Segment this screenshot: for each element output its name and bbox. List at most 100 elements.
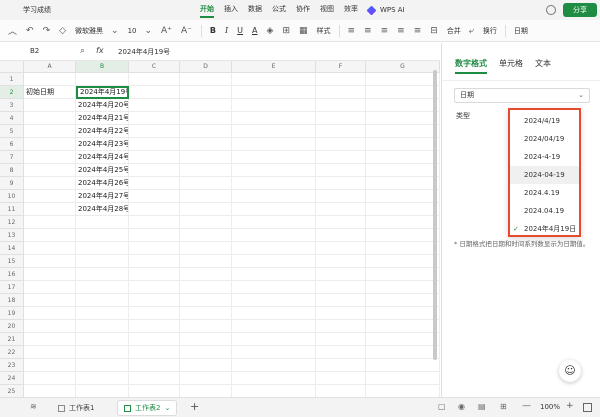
cell-c5[interactable]: [129, 125, 180, 138]
cell-c1[interactable]: [129, 73, 180, 86]
cell-c25[interactable]: [129, 385, 180, 397]
cell-e15[interactable]: [232, 255, 316, 268]
cell-f10[interactable]: [316, 190, 366, 203]
cell-e3[interactable]: [232, 99, 316, 112]
cell-g7[interactable]: [366, 151, 440, 164]
row-header-12[interactable]: 12: [0, 216, 24, 229]
cell-d20[interactable]: [180, 320, 232, 333]
cell-g24[interactable]: [366, 372, 440, 385]
cell-e8[interactable]: [232, 164, 316, 177]
align-left-icon[interactable]: ≡: [397, 26, 405, 36]
cell-a15[interactable]: [24, 255, 76, 268]
view-normal-icon[interactable]: ▢: [438, 402, 446, 411]
cell-e6[interactable]: [232, 138, 316, 151]
styles-icon[interactable]: ▦: [299, 26, 308, 36]
cloud-sync-icon[interactable]: [546, 5, 556, 15]
column-header-b[interactable]: B: [76, 61, 129, 73]
cell-b9[interactable]: 2024年4月26号: [76, 177, 129, 190]
cell-f12[interactable]: [316, 216, 366, 229]
cell-c8[interactable]: [129, 164, 180, 177]
cell-a1[interactable]: [24, 73, 76, 86]
cell-d8[interactable]: [180, 164, 232, 177]
cell-e5[interactable]: [232, 125, 316, 138]
border-icon[interactable]: ⊞: [282, 26, 290, 36]
cell-e19[interactable]: [232, 307, 316, 320]
cell-f15[interactable]: [316, 255, 366, 268]
cell-f2[interactable]: [316, 86, 366, 99]
cell-g23[interactable]: [366, 359, 440, 372]
cell-g2[interactable]: [366, 86, 440, 99]
fit-screen-icon[interactable]: [583, 403, 592, 412]
cell-e9[interactable]: [232, 177, 316, 190]
cell-c17[interactable]: [129, 281, 180, 294]
cell-d3[interactable]: [180, 99, 232, 112]
cell-a10[interactable]: [24, 190, 76, 203]
menu-formula[interactable]: 公式: [272, 0, 286, 20]
cell-g18[interactable]: [366, 294, 440, 307]
sheet-tab-1[interactable]: 工作表1: [52, 401, 100, 415]
cell-g22[interactable]: [366, 346, 440, 359]
cell-g20[interactable]: [366, 320, 440, 333]
cell-d17[interactable]: [180, 281, 232, 294]
cell-e20[interactable]: [232, 320, 316, 333]
cell-g3[interactable]: [366, 99, 440, 112]
date-format-option[interactable]: 2024.4.19: [510, 184, 579, 202]
cell-a13[interactable]: [24, 229, 76, 242]
cell-a23[interactable]: [24, 359, 76, 372]
cell-e4[interactable]: [232, 112, 316, 125]
tab-text[interactable]: 文本: [535, 58, 551, 69]
align-top-icon[interactable]: ≡: [348, 26, 356, 36]
cell-f20[interactable]: [316, 320, 366, 333]
cell-g16[interactable]: [366, 268, 440, 281]
formula-input[interactable]: 2024年4月19号: [118, 47, 170, 57]
cell-a22[interactable]: [24, 346, 76, 359]
cell-f5[interactable]: [316, 125, 366, 138]
cell-b23[interactable]: [76, 359, 129, 372]
column-header-f[interactable]: F: [316, 61, 366, 73]
cell-f13[interactable]: [316, 229, 366, 242]
cell-d16[interactable]: [180, 268, 232, 281]
cell-b21[interactable]: [76, 333, 129, 346]
cell-d9[interactable]: [180, 177, 232, 190]
cell-g5[interactable]: [366, 125, 440, 138]
cell-g15[interactable]: [366, 255, 440, 268]
cell-f7[interactable]: [316, 151, 366, 164]
assistant-avatar-icon[interactable]: ☺: [559, 360, 581, 382]
cell-e21[interactable]: [232, 333, 316, 346]
cell-g6[interactable]: [366, 138, 440, 151]
cell-b11[interactable]: 2024年4月28号: [76, 203, 129, 216]
date-format-option[interactable]: ✓ 2024年4月19日: [510, 220, 579, 238]
share-button[interactable]: 分享: [563, 3, 597, 17]
row-header-3[interactable]: 3: [0, 99, 24, 112]
merge-icon[interactable]: ⊟: [430, 26, 438, 36]
cell-g19[interactable]: [366, 307, 440, 320]
category-select[interactable]: 日期 ⌄: [454, 88, 590, 103]
cell-b15[interactable]: [76, 255, 129, 268]
menu-home[interactable]: 开始: [200, 0, 214, 20]
cell-f9[interactable]: [316, 177, 366, 190]
cell-b6[interactable]: 2024年4月23号: [76, 138, 129, 151]
wrap-button[interactable]: 换行: [483, 26, 497, 36]
cell-e13[interactable]: [232, 229, 316, 242]
cell-c19[interactable]: [129, 307, 180, 320]
merge-button[interactable]: 合并: [447, 26, 461, 36]
cell-c15[interactable]: [129, 255, 180, 268]
cell-a7[interactable]: [24, 151, 76, 164]
cell-d22[interactable]: [180, 346, 232, 359]
cell-a11[interactable]: [24, 203, 76, 216]
styles-button[interactable]: 样式: [317, 26, 331, 36]
row-header-18[interactable]: 18: [0, 294, 24, 307]
cell-g10[interactable]: [366, 190, 440, 203]
cell-g1[interactable]: [366, 73, 440, 86]
cell-a14[interactable]: [24, 242, 76, 255]
cell-a20[interactable]: [24, 320, 76, 333]
cell-c23[interactable]: [129, 359, 180, 372]
row-header-1[interactable]: 1: [0, 73, 24, 86]
font-increase-icon[interactable]: A⁺: [161, 26, 172, 36]
cell-d11[interactable]: [180, 203, 232, 216]
tab-number-format[interactable]: 数字格式: [455, 58, 487, 74]
document-title[interactable]: 学习成绩: [23, 5, 51, 15]
cell-e22[interactable]: [232, 346, 316, 359]
cell-f3[interactable]: [316, 99, 366, 112]
cell-f6[interactable]: [316, 138, 366, 151]
